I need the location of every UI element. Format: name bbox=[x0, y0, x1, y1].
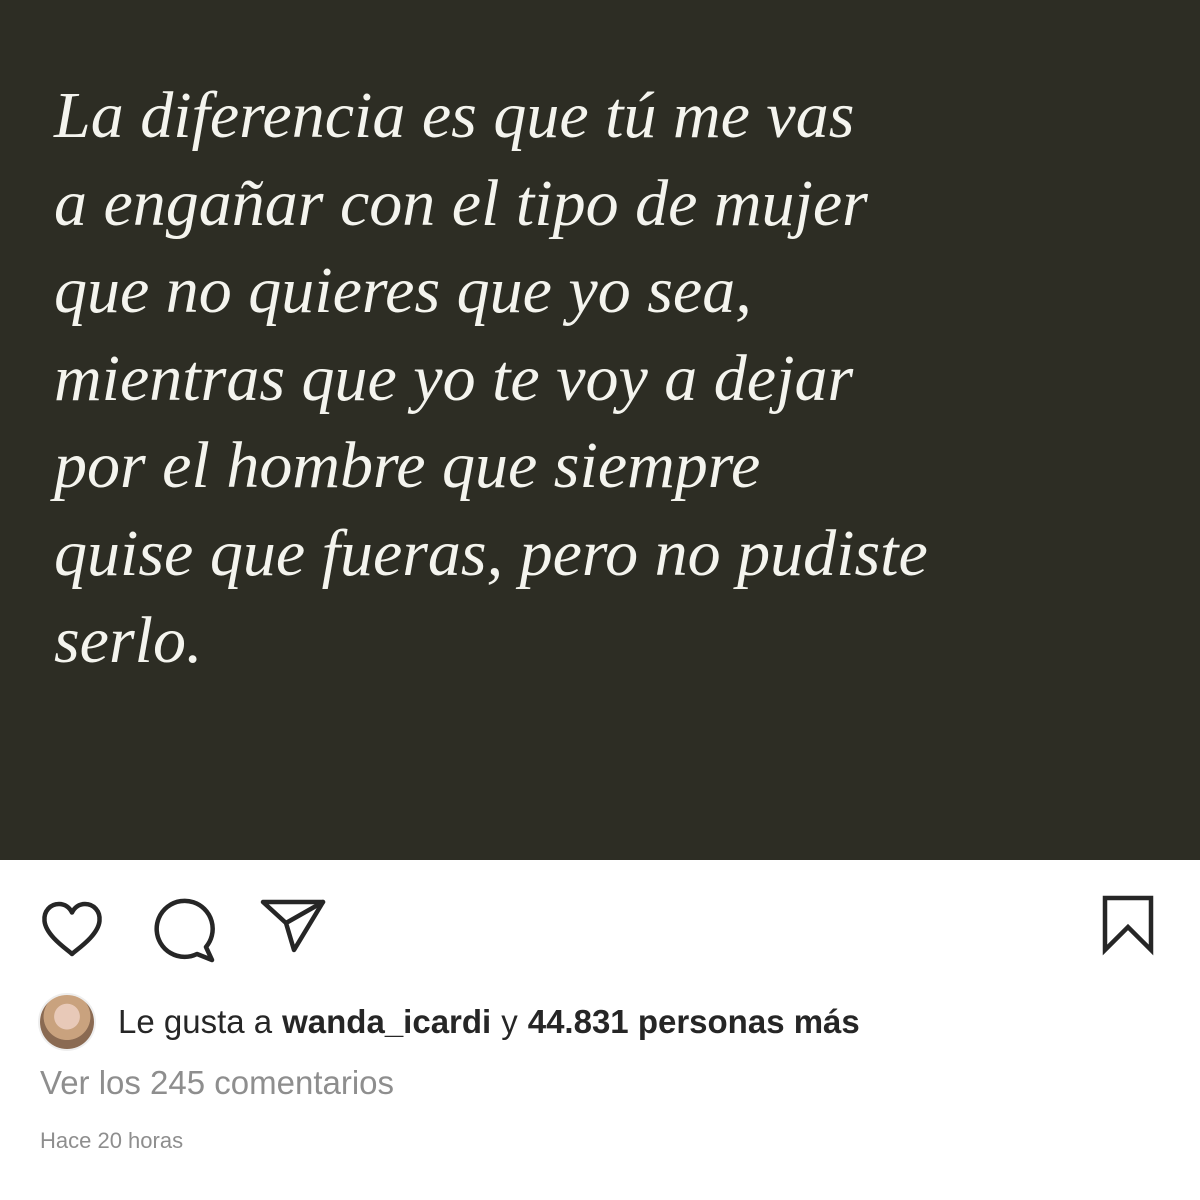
likes-prefix: Le gusta a bbox=[118, 1003, 273, 1040]
quote-line: La diferencia es que tú me vas bbox=[54, 79, 855, 152]
quote-line: por el hombre que siempre bbox=[54, 429, 761, 502]
view-comments-link[interactable]: Ver los 245 comentarios bbox=[40, 1064, 394, 1102]
comment-icon[interactable] bbox=[150, 898, 218, 964]
paper-plane-icon[interactable] bbox=[258, 896, 328, 954]
avatar[interactable] bbox=[40, 995, 94, 1049]
quote-line: que no quieres que yo sea, bbox=[54, 254, 752, 327]
liked-by-username[interactable]: wanda_icardi bbox=[282, 1003, 491, 1041]
likes-connector: y bbox=[501, 1003, 518, 1040]
post-image[interactable]: La diferencia es que tú me vas a engañar… bbox=[0, 0, 1200, 860]
post-action-bar bbox=[0, 860, 1200, 990]
post-quote: La diferencia es que tú me vas a engañar… bbox=[54, 72, 928, 685]
quote-line: serlo. bbox=[54, 604, 203, 677]
quote-line: a engañar con el tipo de mujer bbox=[54, 166, 868, 240]
likes-count[interactable]: 44.831 personas más bbox=[528, 1003, 860, 1041]
quote-line: quise que fueras, pero no pudiste bbox=[54, 516, 928, 590]
heart-icon[interactable] bbox=[40, 900, 104, 960]
post-timestamp: Hace 20 horas bbox=[40, 1128, 184, 1153]
likes-summary: Le gusta a wanda_icardi y 44.831 persona… bbox=[40, 994, 860, 1050]
bookmark-icon[interactable] bbox=[1100, 894, 1156, 956]
quote-line: mientras que yo te voy a dejar bbox=[54, 341, 854, 415]
